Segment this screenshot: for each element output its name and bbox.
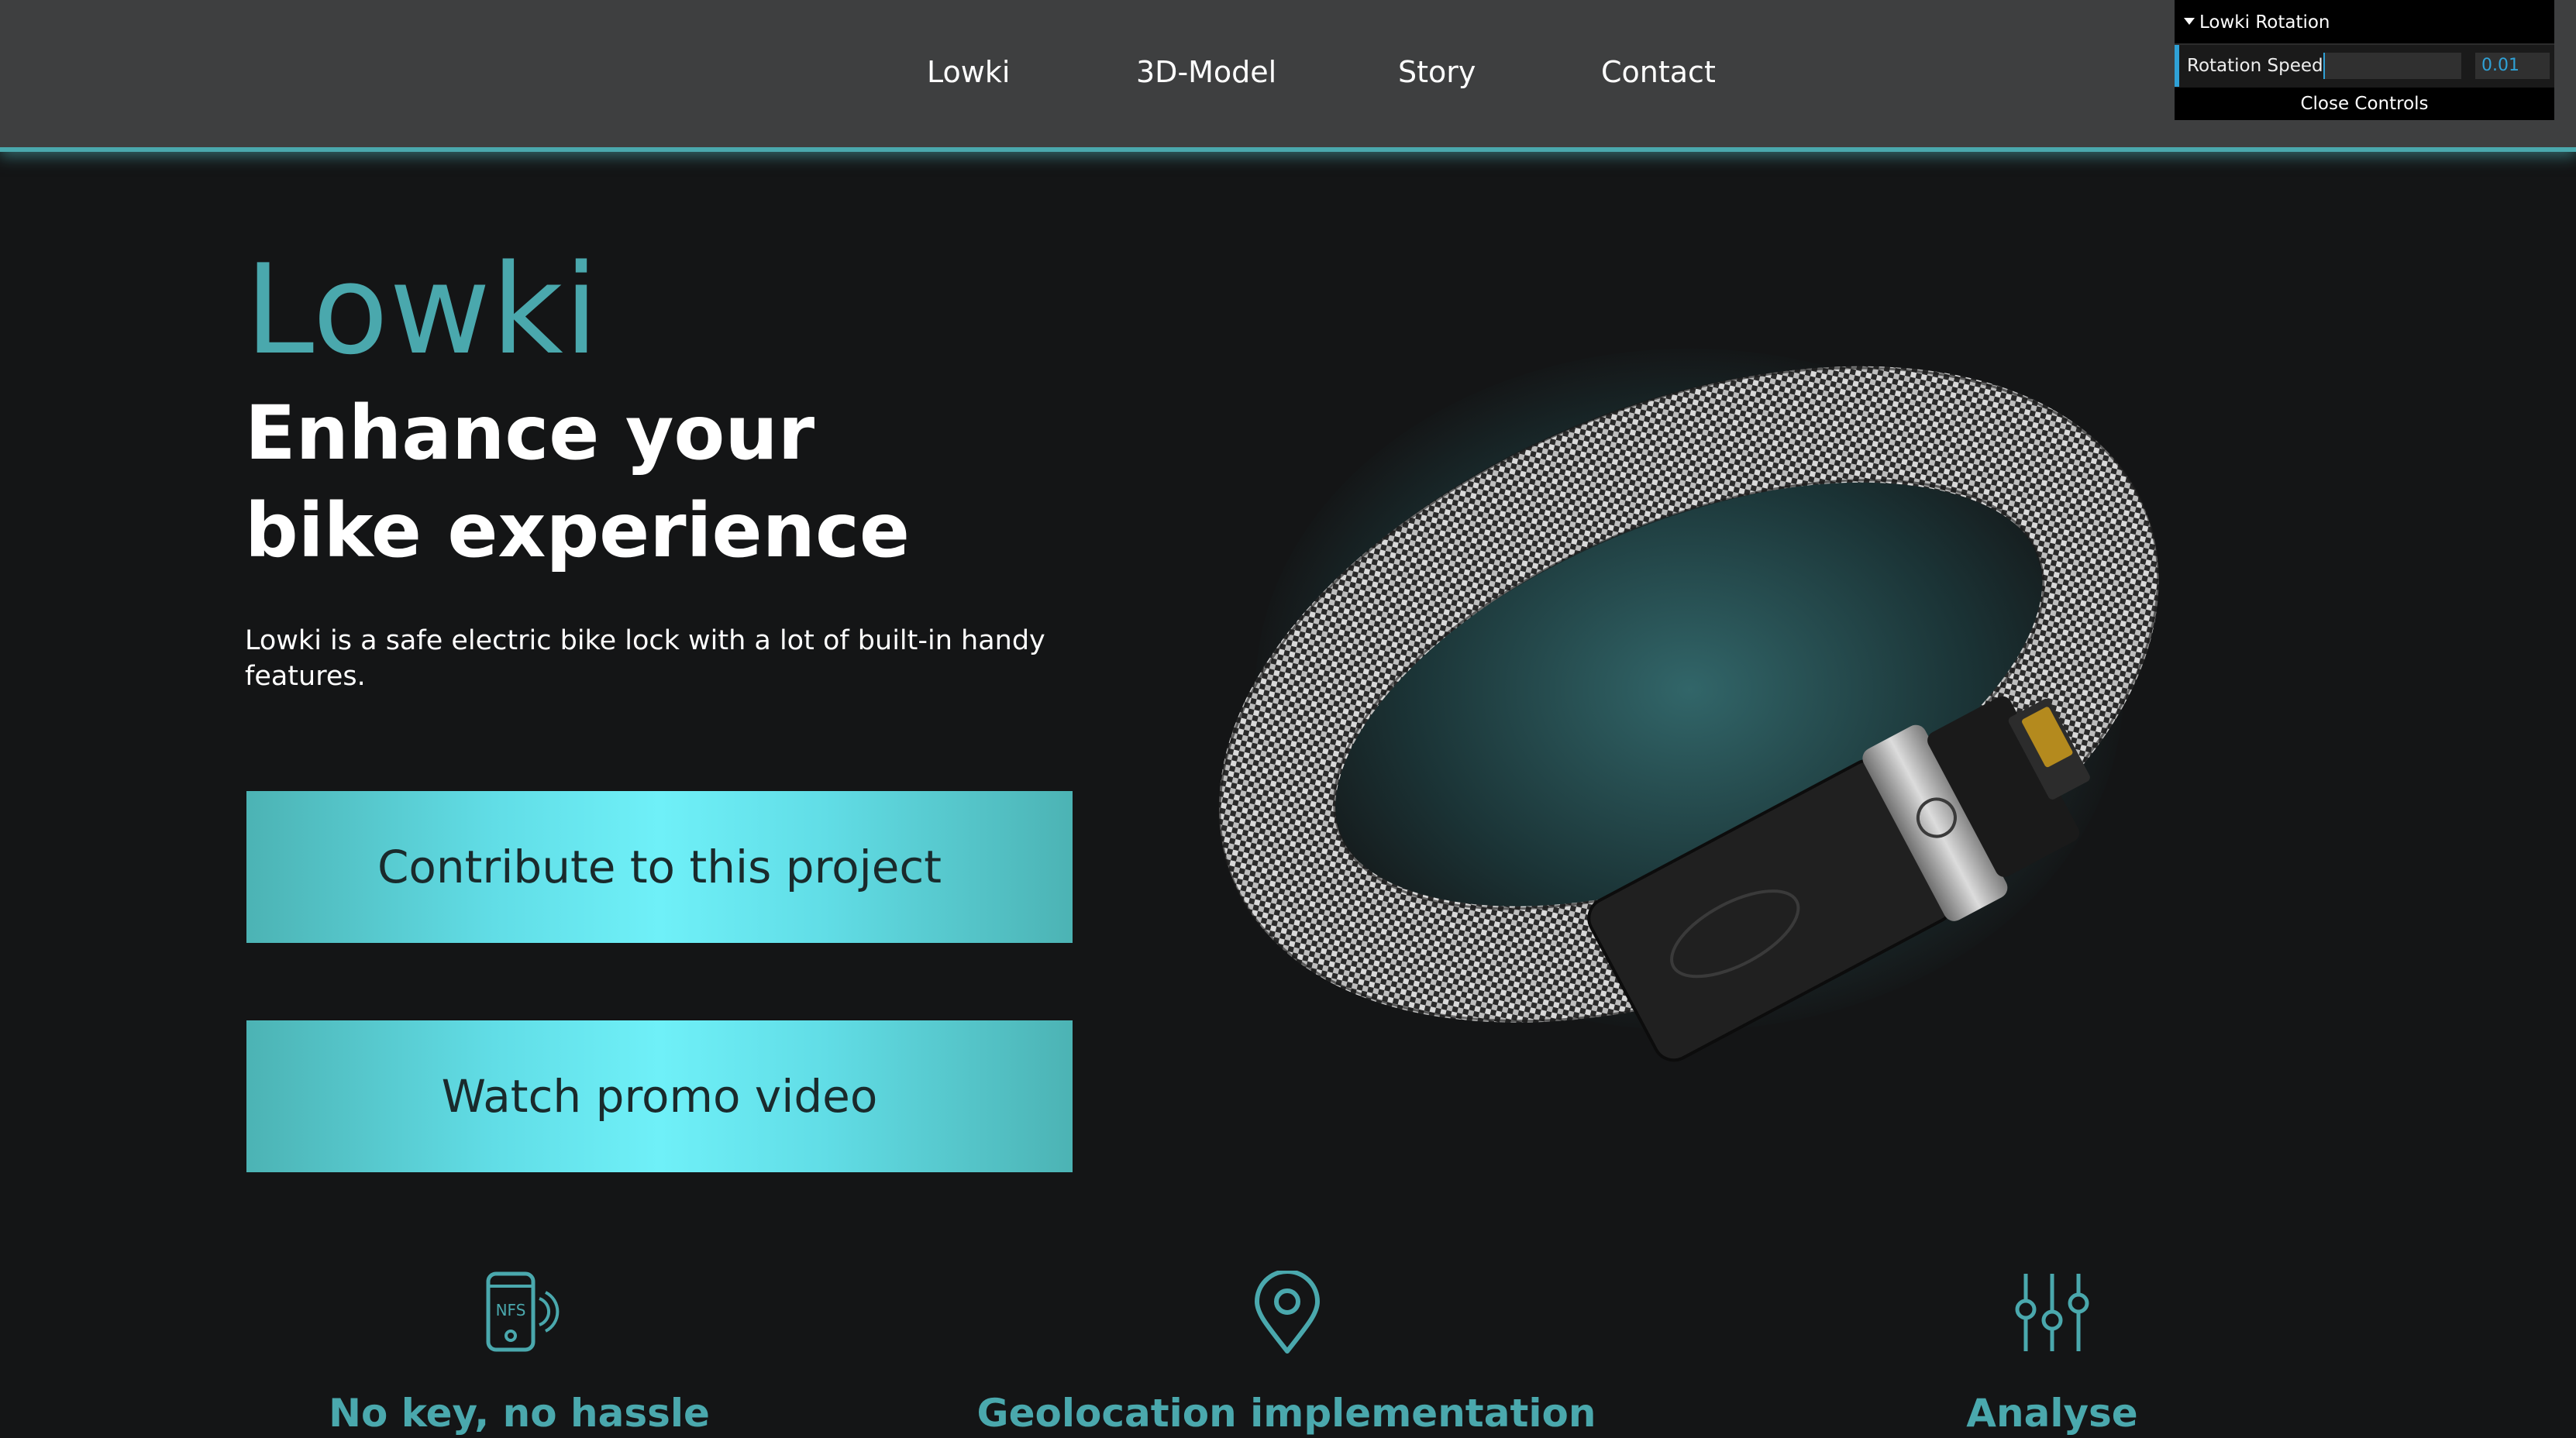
- gui-folder-title[interactable]: Lowki Rotation: [2175, 0, 2554, 45]
- feature-title-geolocation: Geolocation implementation: [976, 1391, 1596, 1436]
- nav-item-3d-model[interactable]: 3D-Model: [1136, 53, 1276, 91]
- sliders-icon: [2015, 1274, 2089, 1351]
- feature-title-analyse: Analyse: [1966, 1391, 2138, 1436]
- close-controls-button[interactable]: Close Controls: [2175, 88, 2554, 120]
- nav-item-story[interactable]: Story: [1398, 53, 1476, 91]
- hero-subtitle: Enhance your bike experience: [245, 390, 910, 574]
- watch-promo-video-button[interactable]: Watch promo video: [246, 1020, 1073, 1172]
- caret-down-icon: [2184, 18, 2195, 25]
- rotation-speed-slider[interactable]: [2323, 53, 2461, 79]
- hero-title: Lowki: [245, 237, 600, 382]
- location-pin-icon: [1255, 1271, 1320, 1354]
- rotation-speed-slider-fill: [2323, 53, 2325, 79]
- hero-description: Lowki is a safe electric bike lock with …: [245, 625, 1045, 692]
- rotation-speed-input[interactable]: 0.01: [2475, 53, 2550, 79]
- gui-folder-label: Lowki Rotation: [2199, 12, 2330, 33]
- rotation-speed-label: Rotation Speed: [2187, 56, 2323, 76]
- product-3d-model[interactable]: [1131, 232, 2232, 1147]
- nav-item-contact[interactable]: Contact: [1601, 53, 1716, 91]
- feature-title-no-key: No key, no hassle: [329, 1391, 710, 1436]
- nav-item-lowki[interactable]: Lowki: [927, 53, 1010, 91]
- bike-lock-image: [1218, 366, 2160, 1062]
- nfc-phone-icon: NFS: [486, 1271, 560, 1352]
- rotation-speed-row: Rotation Speed 0.01: [2175, 45, 2554, 87]
- nfc-icon-text: NFS: [496, 1301, 526, 1319]
- contribute-button[interactable]: Contribute to this project: [246, 791, 1073, 943]
- rotation-controls-panel: Lowki Rotation Rotation Speed 0.01 Close…: [2175, 0, 2554, 120]
